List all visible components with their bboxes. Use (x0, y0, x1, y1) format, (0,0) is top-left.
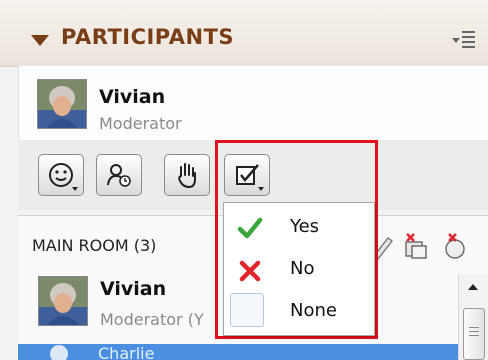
user-role: Moderator (99, 114, 182, 133)
avatar (38, 276, 88, 326)
empty-box-icon (230, 293, 264, 327)
emoticon-button[interactable] (38, 154, 84, 196)
dropdown-arrow-icon (72, 187, 78, 191)
collapse-triangle-icon[interactable] (31, 35, 49, 46)
check-icon (237, 217, 263, 239)
menu-item-no[interactable]: No (224, 247, 374, 287)
room-actions (372, 232, 482, 262)
raise-hand-button[interactable] (164, 154, 210, 196)
step-away-icon (107, 164, 131, 187)
menu-item-label: None (290, 300, 337, 321)
menu-item-label: Yes (290, 216, 320, 237)
raise-hand-icon (178, 163, 196, 189)
participant-name: Vivian (100, 278, 167, 300)
participants-panel: PARTICIPANTS Vivian Moderator MAIN ROOM … (0, 0, 488, 360)
avatar (37, 79, 87, 129)
participant-role: Moderator (Y (100, 310, 204, 329)
room-title: MAIN ROOM (3) (32, 236, 157, 255)
participant-status-icon (50, 345, 68, 360)
agree-status-menu: Yes No None (223, 202, 375, 336)
panel-header: PARTICIPANTS (0, 0, 488, 67)
panel-title: PARTICIPANTS (61, 25, 235, 49)
smiley-icon (49, 163, 73, 187)
remove-from-room-icon[interactable] (405, 233, 427, 259)
x-icon (239, 260, 261, 282)
user-name: Vivian (99, 86, 166, 108)
table-row[interactable]: Charlie (18, 344, 458, 360)
panel-menu-icon[interactable] (452, 28, 476, 50)
scrollbar[interactable] (458, 274, 488, 360)
menu-item-none[interactable]: None (224, 289, 374, 329)
remove-from-session-icon[interactable] (445, 233, 465, 259)
step-away-button[interactable] (96, 154, 142, 196)
menu-item-label: No (290, 258, 315, 279)
scrollbar-thumb[interactable] (463, 308, 485, 360)
menu-item-yes[interactable]: Yes (224, 205, 374, 245)
participant-name: Charlie (98, 344, 155, 360)
current-user-card: Vivian Moderator (18, 66, 488, 140)
scroll-up-arrow-icon[interactable] (468, 284, 478, 290)
